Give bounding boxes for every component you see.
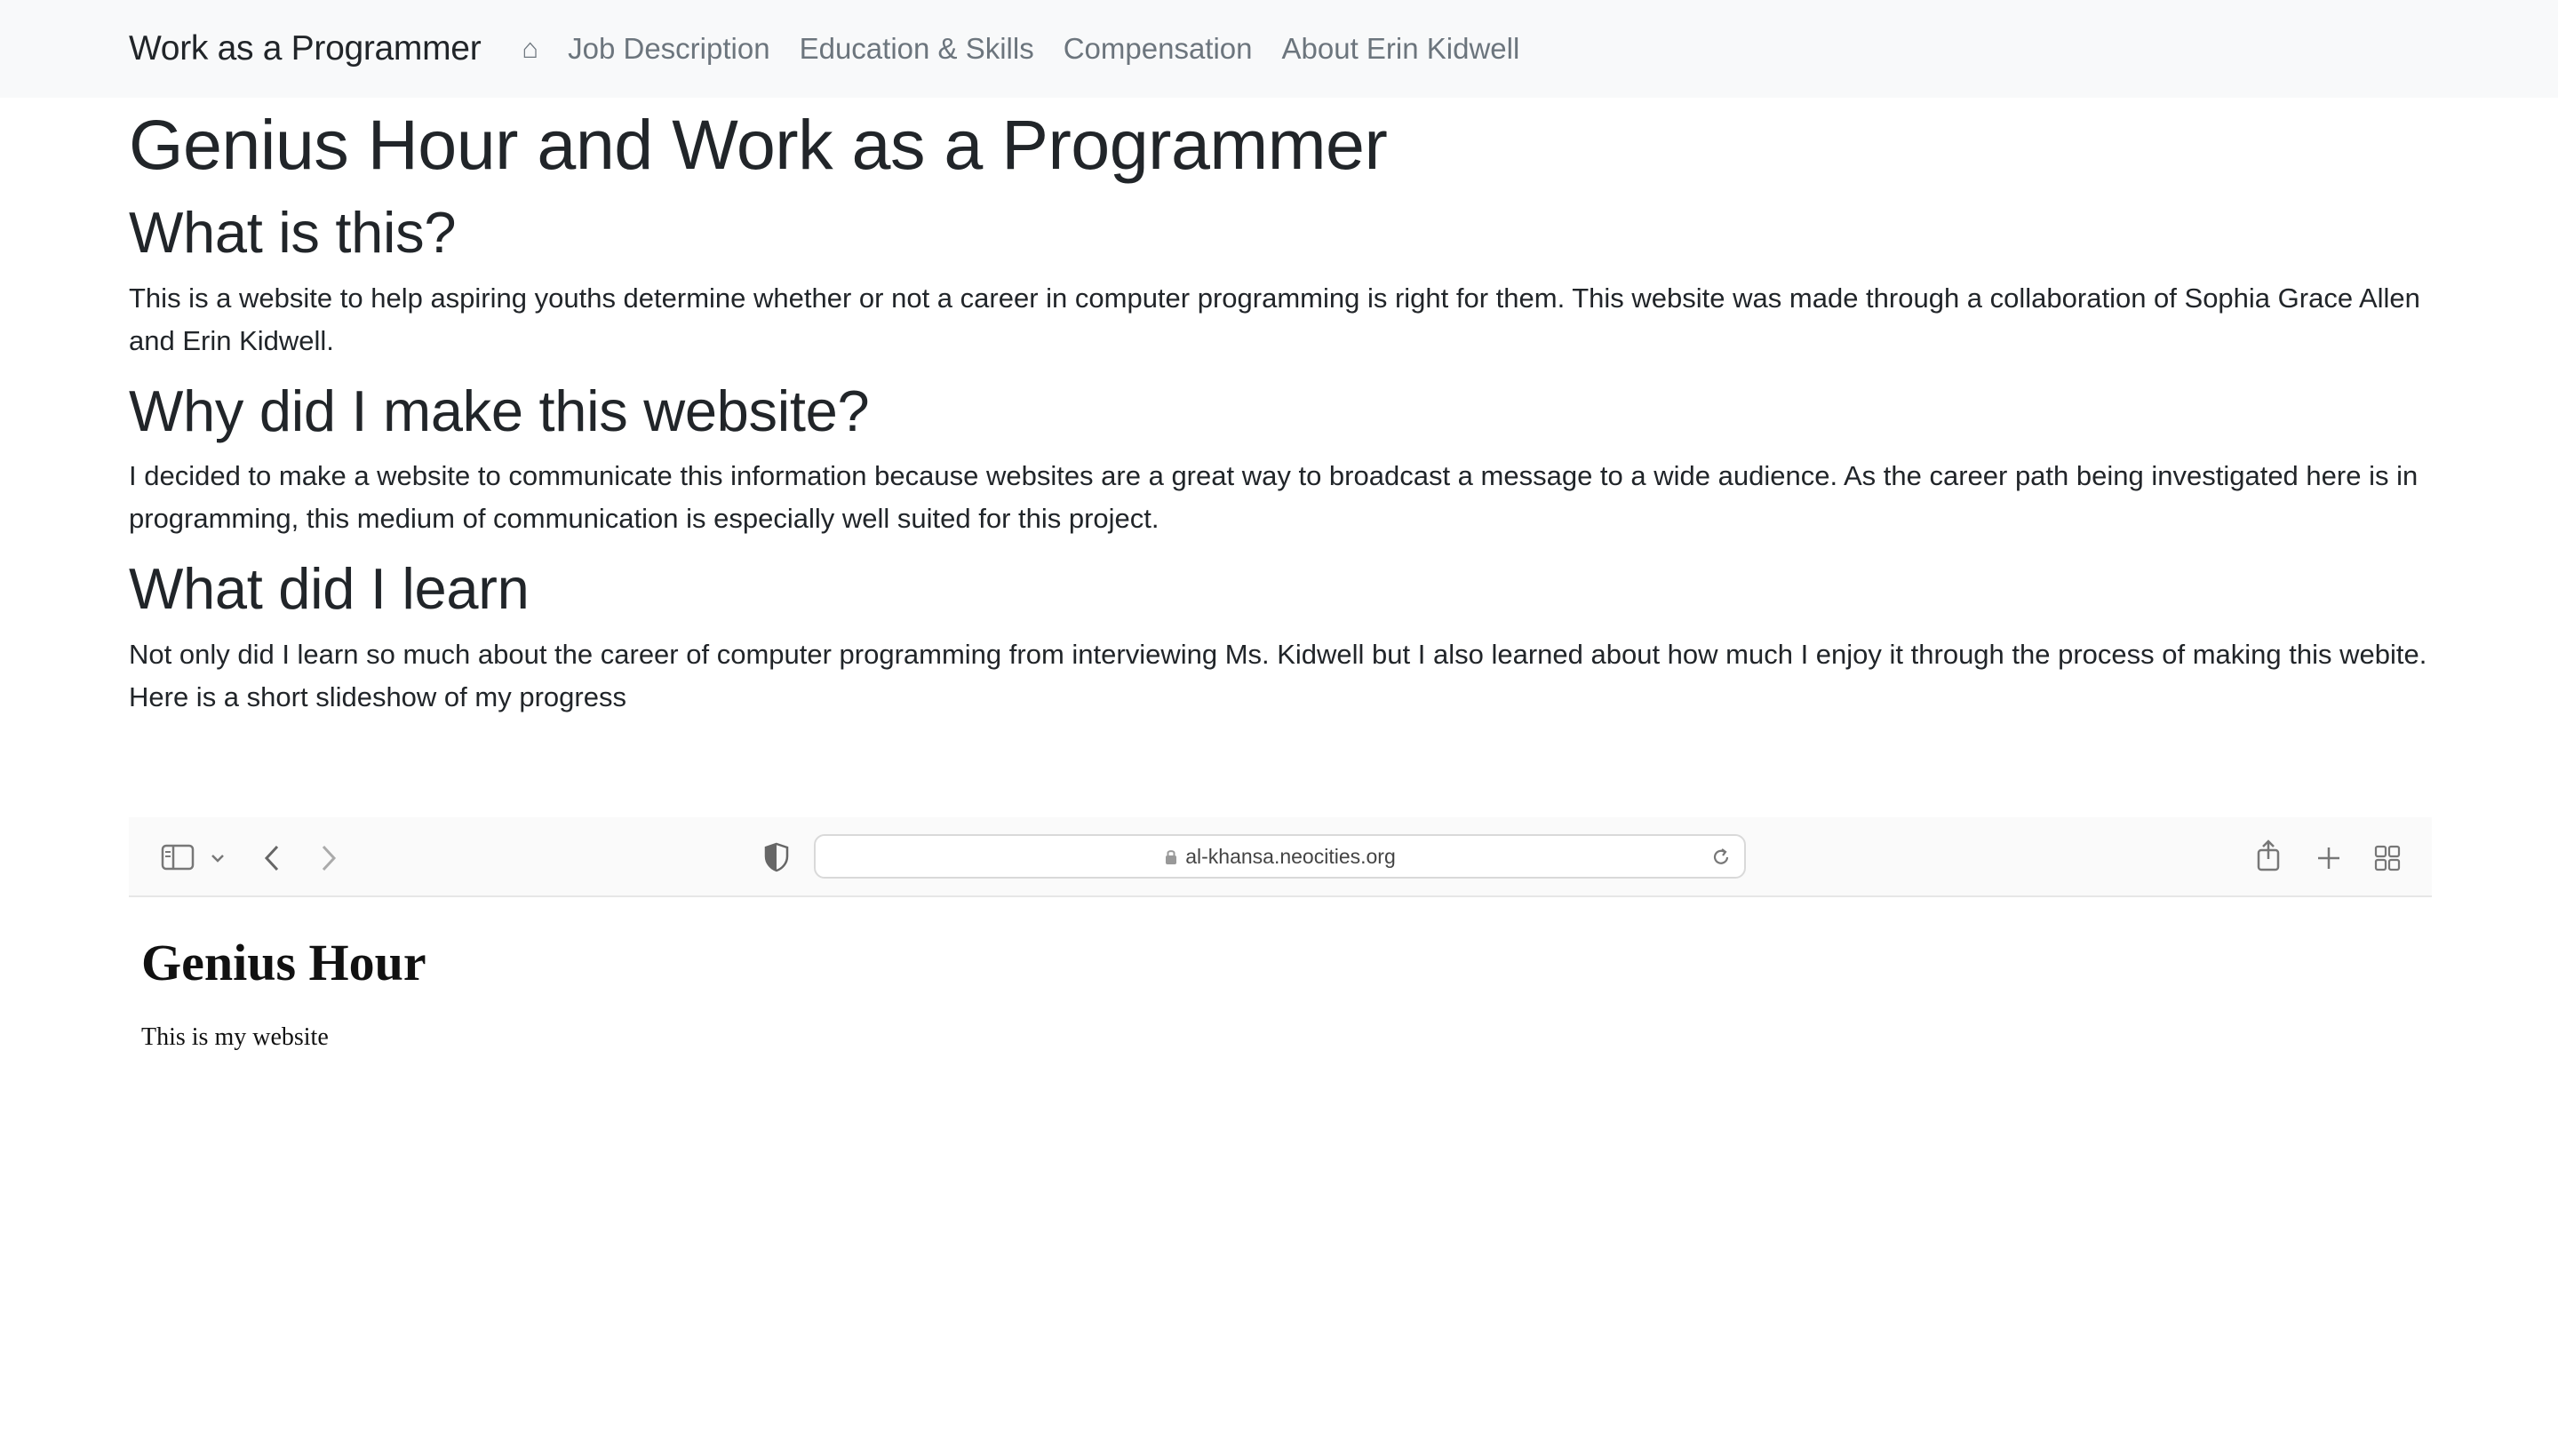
home-icon[interactable]: ⌂ bbox=[522, 33, 538, 65]
main-content: Genius Hour and Work as a Programmer Wha… bbox=[129, 98, 2439, 719]
section-heading-what-learned: What did I learn bbox=[129, 556, 530, 622]
top-navbar: Work as a Programmer ⌂ Job Description E… bbox=[0, 0, 2558, 98]
nav-link-compensation[interactable]: Compensation bbox=[1064, 32, 1253, 66]
nav-link-education-skills[interactable]: Education & Skills bbox=[800, 32, 1034, 66]
section-heading-what-is-this: What is this? bbox=[129, 199, 457, 265]
nav-link-job-description[interactable]: Job Description bbox=[568, 32, 769, 66]
lock-icon bbox=[1166, 850, 1177, 864]
section-body-what-learned: Not only did I learn so much about the c… bbox=[129, 639, 2427, 713]
reload-icon[interactable] bbox=[1710, 847, 1732, 868]
page-title: Genius Hour and Work as a Programmer bbox=[129, 105, 1388, 184]
chevron-down-icon[interactable] bbox=[211, 853, 225, 863]
section-body-why-made: I decided to make a website to communica… bbox=[129, 460, 2419, 535]
sidebar-icon[interactable] bbox=[161, 844, 195, 871]
tab-overview-icon[interactable] bbox=[2374, 845, 2401, 871]
browser-toolbar: al-khansa.neocities.org bbox=[129, 817, 2432, 897]
section-body-what-is-this: This is a website to help aspiring youth… bbox=[129, 282, 2420, 356]
slideshow-screenshot: al-khansa.neocities.org Genius Hour This… bbox=[129, 817, 2432, 1430]
address-bar[interactable]: al-khansa.neocities.org bbox=[814, 834, 1746, 879]
section-heading-why-made: Why did I make this website? bbox=[129, 378, 870, 443]
new-tab-plus-icon[interactable] bbox=[2316, 846, 2341, 871]
nav-link-about-erin-kidwell[interactable]: About Erin Kidwell bbox=[1282, 32, 1520, 66]
address-bar-url: al-khansa.neocities.org bbox=[1185, 844, 1396, 868]
slideshow-inner-title: Genius Hour bbox=[141, 934, 426, 991]
navbar-brand[interactable]: Work as a Programmer bbox=[129, 29, 482, 68]
forward-arrow-icon[interactable] bbox=[319, 844, 339, 872]
back-arrow-icon[interactable] bbox=[262, 844, 282, 872]
share-icon[interactable] bbox=[2256, 839, 2281, 872]
privacy-shield-icon[interactable] bbox=[763, 842, 790, 872]
slideshow-inner-text: This is my website bbox=[141, 1023, 329, 1051]
